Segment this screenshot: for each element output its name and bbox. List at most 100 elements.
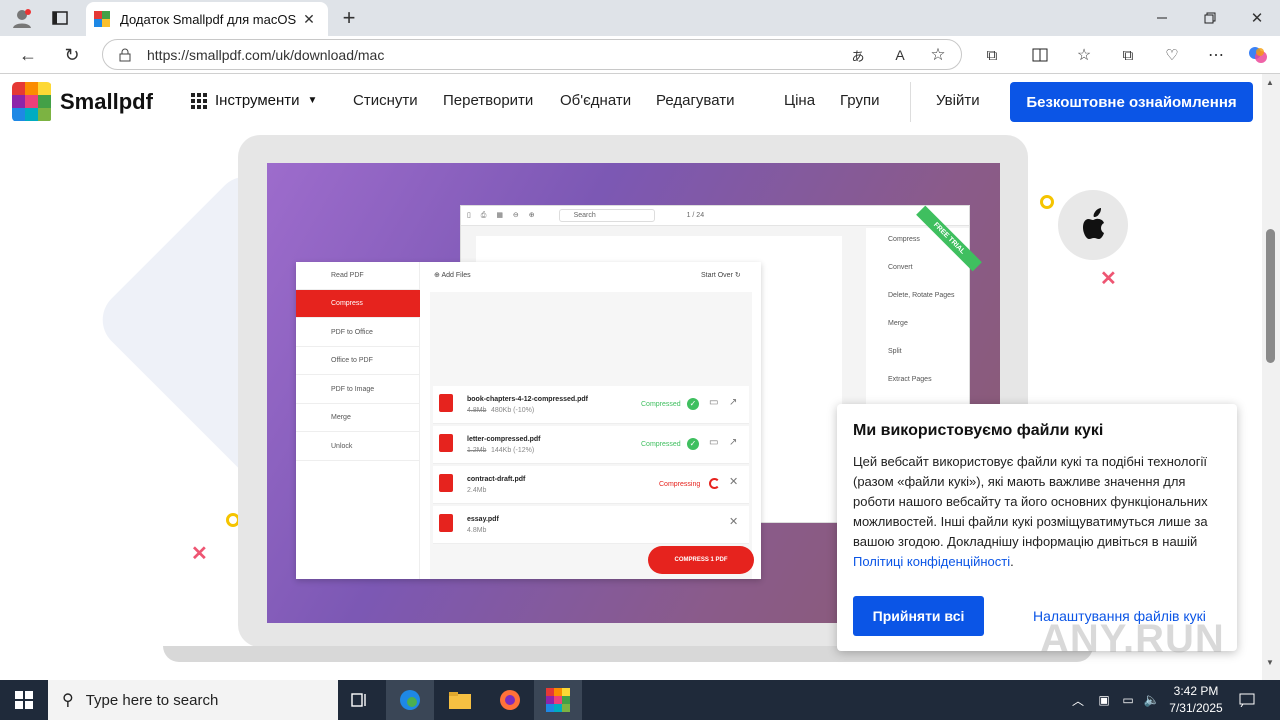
compress-app-window: Read PDF Compress PDF to Office Office t… [296,262,761,579]
nav-teams[interactable]: Групи [840,92,879,109]
performance-icon[interactable]: ♡ [1160,43,1184,67]
file-old-size: 1.2Mb [467,447,487,454]
nav-merge[interactable]: Об'єднати [560,92,631,109]
scroll-up-icon[interactable]: ▲ [1266,78,1274,87]
collections-icon[interactable]: ⧉ [1116,43,1140,67]
add-files: ⊕ Add Files [434,272,471,279]
smallpdf-taskbar-icon[interactable] [534,680,582,720]
sidebar-item-read: Read PDF [296,262,420,290]
vertical-scrollbar[interactable]: ▲ ▼ [1262,74,1280,680]
smallpdf-logo[interactable]: Smallpdf [12,82,162,122]
nav-convert[interactable]: Перетворити [443,92,533,109]
battery-icon[interactable]: ▭ [1118,690,1138,710]
active-tab[interactable]: Додаток Smallpdf для macOS ✕ [86,2,328,36]
app-sidebar: Read PDF Compress PDF to Office Office t… [296,262,420,579]
open-icon: ↗ [729,437,738,448]
nav-edit[interactable]: Редагувати [656,92,735,109]
cookie-consent-dialog: Ми використовуємо файли кукі Цей вебсайт… [837,404,1237,651]
scroll-down-icon[interactable]: ▼ [1266,658,1274,667]
network-icon[interactable]: ▣ [1094,690,1114,710]
start-button[interactable] [0,680,48,720]
cookie-title: Ми використовуємо файли кукі [853,422,1104,439]
extensions-icon[interactable]: ⧉ [980,43,1004,67]
taskbar-search-box[interactable]: ⚲ Type here to search [48,680,338,720]
tool-item: Delete, Rotate Pages [888,292,955,299]
back-icon[interactable]: ← [16,43,40,67]
spinner-icon [709,478,720,489]
copilot-icon[interactable] [1246,43,1270,67]
logo-text: Smallpdf [60,89,153,114]
browser-toolbar: ← ↻ https://smallpdf.com/uk/download/mac… [0,36,1280,74]
sidebar-item-pdf-to-image: PDF to Image [296,376,420,404]
nav-price[interactable]: Ціна [784,92,815,109]
favorite-star-icon[interactable]: ☆ [927,44,949,66]
file-name: contract-draft.pdf [467,476,526,483]
refresh-icon[interactable]: ↻ [60,43,84,67]
tool-item: Extract Pages [888,376,932,383]
minimize-icon[interactable] [1150,6,1174,30]
clock-time: 3:42 PM [1173,684,1219,698]
read-aloud-icon[interactable]: A [889,44,911,66]
address-bar[interactable]: https://smallpdf.com/uk/download/mac あ A… [102,39,962,70]
restore-icon[interactable] [1198,6,1222,30]
notifications-icon[interactable] [1236,690,1258,710]
page-content: Smallpdf Інструменти ▼ Стиснути Перетвор… [0,74,1262,680]
windows-taskbar: ⚲ Type here to search ︿ ▣ ▭ 🔈 3:42 PM 7/… [0,680,1280,720]
volume-icon[interactable]: 🔈 [1142,690,1162,710]
apple-icon [1058,190,1128,260]
tool-item: Split [888,348,902,355]
file-status: Compressed [641,401,681,408]
task-view-icon[interactable] [336,680,384,720]
login-link[interactable]: Увійти [936,92,980,109]
more-menu-icon[interactable]: ⋯ [1204,43,1228,67]
x-decoration: ✕ [191,543,208,565]
translate-icon[interactable]: あ [847,44,869,66]
privacy-policy-link[interactable]: Політиці конфіденційності [853,554,1010,569]
close-window-icon[interactable]: ✕ [1245,6,1269,30]
favorites-icon[interactable]: ☆ [1072,43,1096,67]
smallpdf-logo-icon [12,82,52,122]
tab-actions-icon[interactable] [48,6,72,30]
chevron-down-icon: ▼ [307,95,318,106]
open-icon: ↗ [729,397,738,408]
toolbar-icons: ▯ ⎙ ▦ ⊖ ⊕ [467,212,539,219]
free-trial-button[interactable]: Безкоштовне ознайомлення [1010,82,1253,122]
new-tab-icon[interactable]: + [336,5,362,31]
viewer-search: Search [558,209,655,222]
file-size: 2.4Mb [467,487,487,494]
site-header: Smallpdf Інструменти ▼ Стиснути Перетвор… [0,74,1262,130]
file-explorer-icon[interactable] [436,680,484,720]
tool-item: Merge [888,320,908,327]
sidebar-item-pdf-to-office: PDF to Office [296,319,420,347]
split-screen-icon[interactable] [1028,43,1052,67]
url-text: https://smallpdf.com/uk/download/mac [147,46,385,63]
tab-title: Додаток Smallpdf для macOS [120,11,297,27]
file-size: 4.8Mb [467,527,487,534]
file-row: essay.pdf 4.8Mb ✕ [433,506,749,544]
pdf-file-icon [439,394,453,412]
file-status: Compressing [659,481,701,488]
anyrun-watermark: ANY.RUN [1040,617,1225,661]
edge-taskbar-icon[interactable] [386,680,434,720]
check-icon: ✓ [687,398,699,410]
start-over: Start Over ↻ [701,272,741,279]
profile-icon[interactable] [10,6,34,30]
folder-icon: ▭ [709,397,719,408]
sidebar-item-compress: Compress [296,290,420,318]
close-tab-icon[interactable]: ✕ [300,10,318,28]
firefox-icon[interactable] [486,680,534,720]
file-new-size: 480Kb (-10%) [491,407,535,414]
clock-date: 7/31/2025 [1169,701,1223,715]
nav-compress[interactable]: Стиснути [353,92,418,109]
scrollbar-thumb[interactable] [1266,229,1275,363]
ring-decoration [1040,195,1054,209]
smallpdf-favicon-icon [94,11,110,27]
tray-chevron-icon[interactable]: ︿ [1068,690,1088,710]
tools-label: Інструменти [215,92,300,109]
tools-menu[interactable]: Інструменти ▼ [191,92,317,109]
accept-all-button[interactable]: Прийняти всі [853,596,984,636]
clock[interactable]: 3:42 PM 7/31/2025 [1166,683,1226,717]
pdf-file-icon [439,434,453,452]
sidebar-item-unlock: Unlock [296,433,420,461]
nav-divider [910,82,911,122]
